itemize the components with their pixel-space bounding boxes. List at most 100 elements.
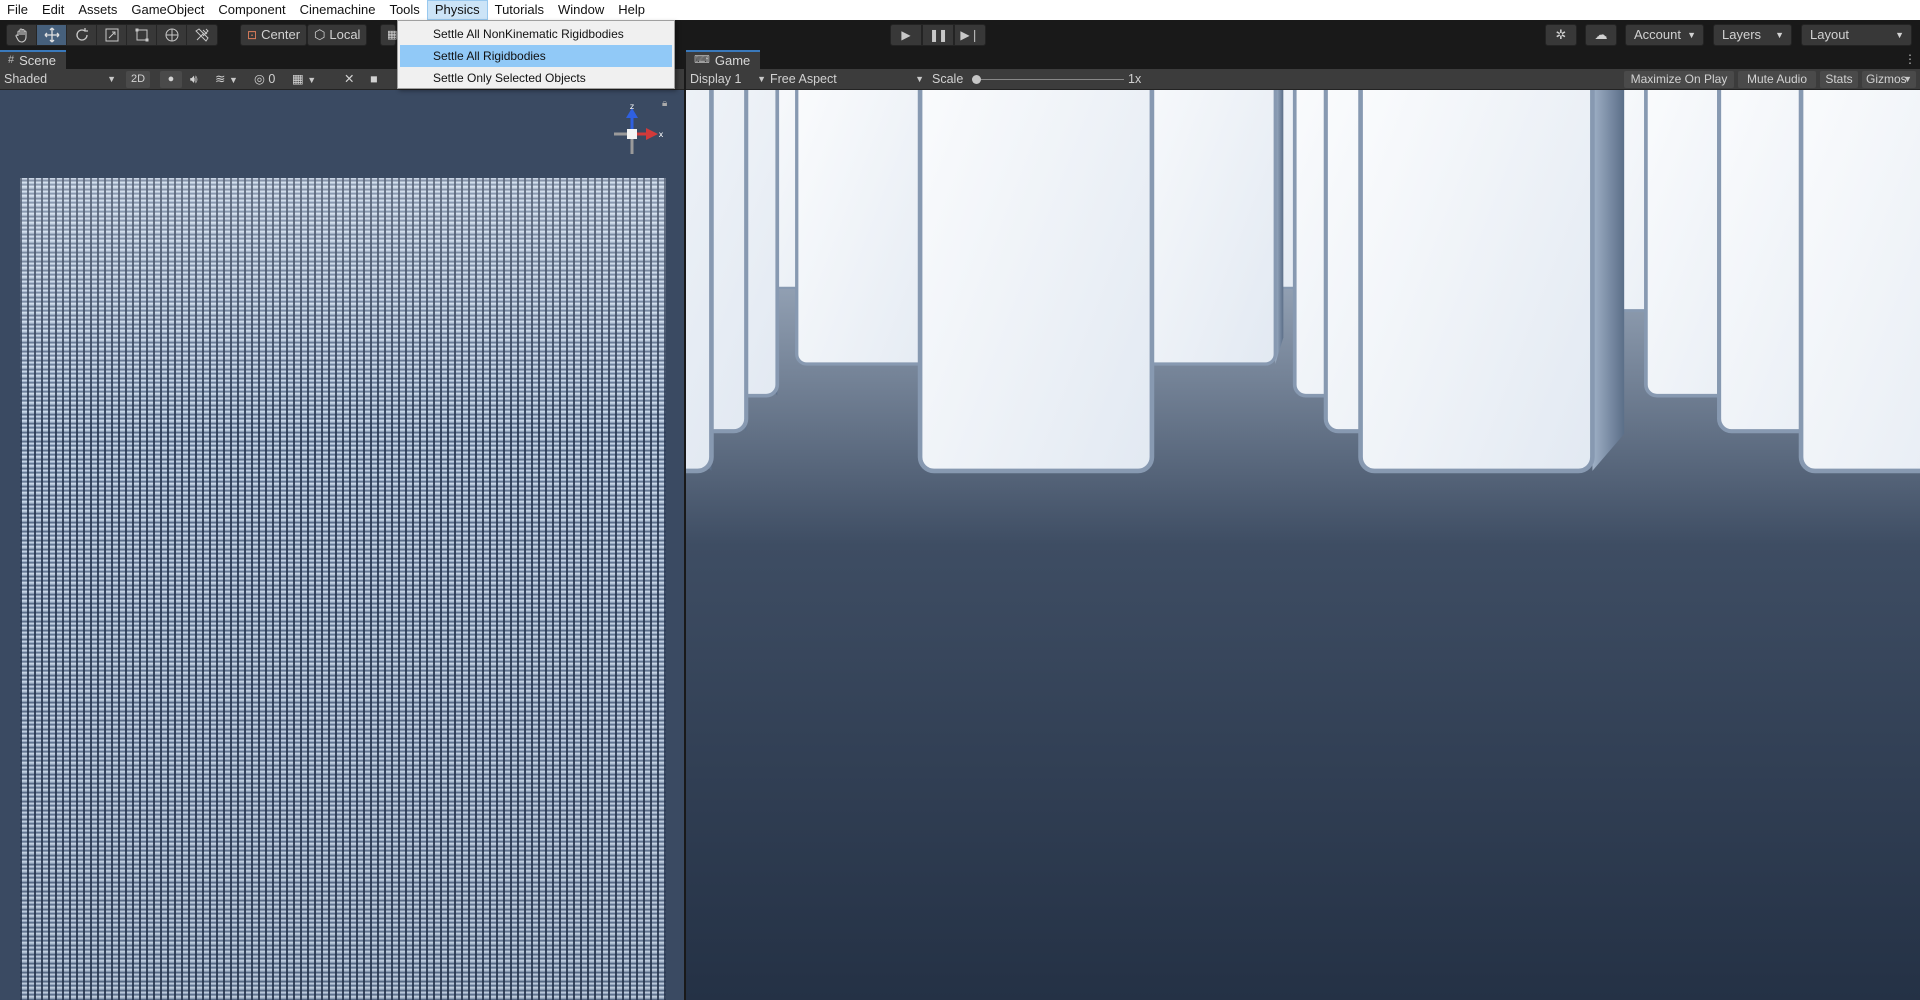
layers-icon: ≋ [215,72,226,86]
tools-icon: ✕ [344,72,355,86]
gizmo-x-label: x [659,130,664,139]
mute-label: Mute Audio [1746,72,1808,86]
menu-cinemachine[interactable]: Cinemachine [293,0,383,20]
scene-domino-grid [20,178,666,1000]
menu-edit[interactable]: Edit [35,0,71,20]
pause-button[interactable]: ❚❚ [922,24,954,46]
playmode-controls: ▶ ❚❚ ▶❘ [890,24,986,46]
pivot-mode-button[interactable]: ⊡ Center [240,24,308,46]
rect-icon[interactable] [127,25,157,45]
lighting-toggle[interactable]: ● [160,71,182,88]
chevron-down-icon: ▼ [915,74,924,84]
gamepad-icon: ⌨ [694,54,710,66]
2d-label: 2D [130,73,146,85]
scene-tab-label: Scene [19,53,56,68]
grid-icon: ▦ [387,29,398,41]
stats-button[interactable]: Stats [1820,71,1858,88]
menu-window[interactable]: Window [551,0,611,20]
menu-tutorials[interactable]: Tutorials [488,0,551,20]
scale-icon[interactable] [97,25,127,45]
scale-label: Scale [932,72,964,86]
grid-visibility-dropdown[interactable]: ▦ ▼ [292,69,328,90]
scene-viewport[interactable]: z x 🔒︎ [0,90,684,1000]
cube-icon: ⬡ [314,27,326,42]
domino-face [686,90,714,474]
stats-label: Stats [1825,72,1853,86]
aspect-dropdown[interactable]: Free Aspect ▼ [770,69,924,90]
audio-toggle[interactable]: 🔊︎ [190,69,206,90]
services-button[interactable]: ✲ [1545,24,1577,46]
chevron-down-icon: ▼ [757,74,766,84]
menu-help[interactable]: Help [611,0,652,20]
scale-slider-track [974,79,1124,80]
gizmos-label: Gizmos [1866,72,1907,86]
camera-button[interactable]: ■ [370,69,386,90]
menu-gameobject[interactable]: GameObject [124,0,211,20]
menu-bar: File Edit Assets GameObject Component Ci… [0,0,1920,20]
camera-icon: ■ [370,72,378,86]
draw-mode-label: Shaded [4,72,48,86]
chevron-down-icon: ▼ [307,75,317,85]
chevron-down-icon: ▼ [1895,30,1904,40]
step-button[interactable]: ▶❘ [954,24,986,46]
pivot-icon: ⊡ [247,28,258,42]
kebab-menu-icon[interactable]: ⋮ [1904,50,1916,69]
domino-face [917,90,1155,474]
scale-value: 1x [1128,72,1142,86]
tab-game[interactable]: ⌨ Game [686,50,761,69]
layers-label: Layers [1722,27,1762,42]
menu-assets[interactable]: Assets [71,0,124,20]
menu-physics[interactable]: Physics [426,0,488,20]
hand-icon[interactable] [7,25,37,45]
gizmo-z-label: z [630,102,634,111]
menu-component[interactable]: Component [211,0,292,20]
pivot-label: Center [261,27,301,42]
gizmos-dropdown[interactable]: Gizmos ▼ [1862,71,1916,88]
game-view-toolbar: Display 1 ▼ Free Aspect ▼ Scale 1x Maxim… [686,69,1920,90]
rotate-icon[interactable] [67,25,97,45]
2d-toggle-button[interactable]: 2D [126,71,150,88]
services-icon: ✲ [1555,27,1567,42]
game-render [686,90,1920,1000]
menu-tools[interactable]: Tools [382,0,426,20]
move-icon[interactable] [37,25,67,45]
aspect-label: Free Aspect [770,72,837,86]
menu-settle-all[interactable]: Settle All Rigidbodies [400,45,672,67]
pivot-space-button[interactable]: ⬡ Local [307,24,368,46]
space-label: Local [329,27,361,42]
grid-snap-button[interactable]: ▦ [380,24,398,46]
game-panel: ⌨ Game ⋮ Display 1 ▼ Free Aspect ▼ Scale… [686,50,1920,1000]
eye-slash-icon: ◎ [254,72,265,86]
menu-settle-nonkinematic[interactable]: Settle All NonKinematic Rigidbodies [400,23,672,45]
maximize-on-play-button[interactable]: Maximize On Play [1624,71,1734,88]
chevron-down-icon: ▼ [1687,30,1696,40]
layers-dropdown[interactable]: Layers ▼ [1713,24,1792,46]
mute-audio-button[interactable]: Mute Audio [1738,71,1816,88]
layout-dropdown[interactable]: Layout ▼ [1801,24,1912,46]
chevron-down-icon: ▼ [228,75,238,85]
tab-scene[interactable]: # Scene [0,50,66,69]
effects-dropdown[interactable]: ≋ ▼ [215,69,245,90]
grid-icon: # [8,54,15,66]
grid-toggle-icon: ▦ [292,72,304,86]
menu-settle-selected[interactable]: Settle Only Selected Objects [400,67,672,89]
play-button[interactable]: ▶ [890,24,922,46]
scale-slider[interactable] [970,69,1124,90]
maximize-label: Maximize On Play [1630,72,1728,86]
hidden-count: 0 [268,72,276,86]
menu-file[interactable]: File [0,0,35,20]
custom-tool-icon[interactable] [187,25,217,45]
draw-mode-dropdown[interactable]: Shaded ▼ [4,69,118,90]
chevron-down-icon: ▼ [1903,74,1912,84]
step-icon: ▶❘ [960,28,980,42]
tools-button[interactable]: ✕ [344,69,362,90]
cloud-button[interactable]: ☁ [1585,24,1617,46]
display-dropdown[interactable]: Display 1 ▼ [690,69,766,90]
account-dropdown[interactable]: Account ▼ [1625,24,1704,46]
scale-slider-knob[interactable] [972,75,981,84]
game-viewport[interactable] [686,90,1920,1000]
transform-icon[interactable] [157,25,187,45]
orientation-gizmo[interactable]: z x [600,102,664,166]
hidden-objects-toggle[interactable]: ◎ 0 [254,69,284,90]
lock-icon[interactable]: 🔒︎ [662,98,667,109]
